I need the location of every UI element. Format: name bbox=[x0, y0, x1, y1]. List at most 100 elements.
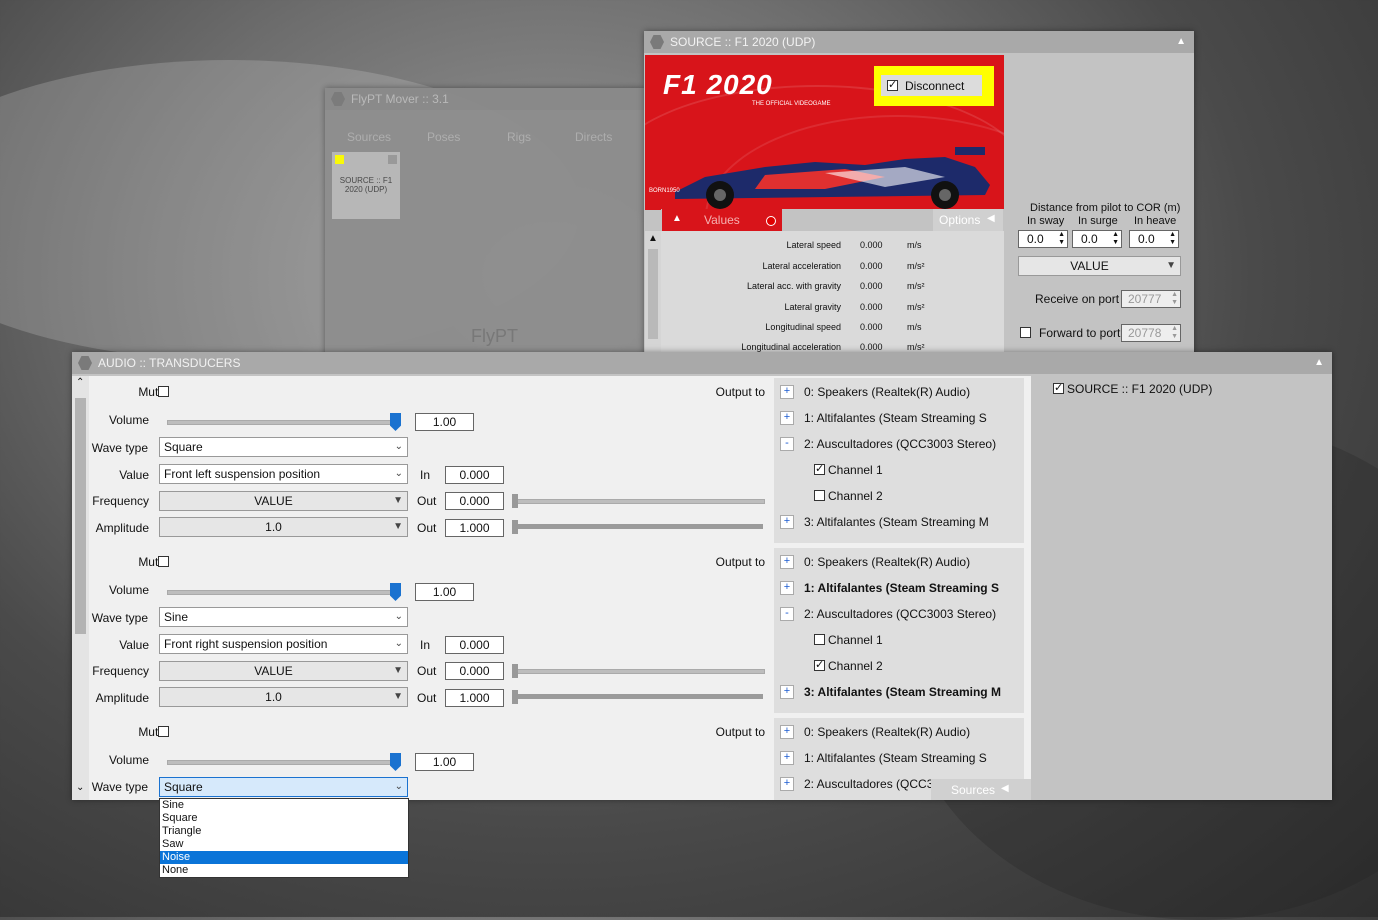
expand-button[interactable]: + bbox=[780, 385, 794, 399]
out-frequency-input[interactable]: 0.000 bbox=[445, 662, 504, 680]
frequency-out-thumb[interactable] bbox=[512, 664, 518, 678]
cor-surge-input[interactable]: 0.0 ▲ ▼ bbox=[1072, 230, 1122, 248]
tab-rigs[interactable]: Rigs bbox=[507, 130, 531, 144]
amplitude-out-slider[interactable] bbox=[513, 524, 763, 529]
volume-slider[interactable] bbox=[167, 760, 399, 765]
expand-button[interactable]: + bbox=[780, 751, 794, 765]
frequency-value: VALUE bbox=[254, 494, 293, 508]
amplitude-out-thumb[interactable] bbox=[512, 690, 518, 704]
expand-button[interactable]: + bbox=[780, 725, 794, 739]
spin-icon[interactable]: ▲ ▼ bbox=[1171, 291, 1178, 307]
amplitude-combo[interactable]: 1.0 ▼ bbox=[159, 517, 408, 537]
spin-icon[interactable]: ▲ ▼ bbox=[1169, 231, 1176, 247]
card-close-icon[interactable] bbox=[388, 155, 397, 164]
wave-type-value: Square bbox=[164, 780, 203, 794]
disconnect-toggle[interactable]: Disconnect bbox=[881, 75, 982, 96]
collapse-up-icon[interactable]: ▲ bbox=[1176, 36, 1186, 47]
amplitude-combo[interactable]: 1.0 ▼ bbox=[159, 687, 408, 707]
expand-button[interactable]: + bbox=[780, 515, 794, 529]
frequency-out-thumb[interactable] bbox=[512, 494, 518, 508]
dropdown-option[interactable]: Square bbox=[160, 812, 408, 825]
collapse-button[interactable]: - bbox=[780, 607, 794, 621]
tab-values[interactable]: ▲ Values bbox=[662, 209, 782, 231]
chevron-down-icon: ⌄ bbox=[394, 638, 403, 649]
value-combo[interactable]: VALUE ▼ bbox=[1018, 256, 1181, 276]
amplitude-out-thumb[interactable] bbox=[512, 520, 518, 534]
in-input[interactable]: 0.000 bbox=[445, 466, 504, 484]
expand-button[interactable]: + bbox=[780, 555, 794, 569]
wave-type-label: Wave type bbox=[91, 611, 148, 625]
expand-button[interactable]: + bbox=[780, 411, 794, 425]
out-amplitude-input[interactable]: 1.000 bbox=[445, 689, 504, 707]
frequency-combo[interactable]: VALUE ▼ bbox=[159, 661, 408, 681]
volume-slider-thumb[interactable] bbox=[390, 413, 401, 431]
dropdown-option[interactable]: Triangle bbox=[160, 825, 408, 838]
volume-input[interactable]: 1.00 bbox=[415, 583, 474, 601]
volume-label: Volume bbox=[108, 753, 149, 767]
value-unit: m/s bbox=[907, 322, 922, 332]
volume-slider[interactable] bbox=[167, 420, 399, 425]
tab-options[interactable]: Options ◀ bbox=[933, 209, 1003, 231]
audio-scrollbar[interactable]: ⌃ ⌄ bbox=[72, 376, 89, 800]
frequency-out-slider[interactable] bbox=[513, 669, 765, 674]
cor-heave-input[interactable]: 0.0 ▲ ▼ bbox=[1129, 230, 1179, 248]
channel-checkbox[interactable] bbox=[814, 634, 825, 645]
dropdown-option[interactable]: None bbox=[160, 864, 408, 877]
values-scrollbar[interactable]: ▲ bbox=[645, 231, 661, 356]
volume-input[interactable]: 1.00 bbox=[415, 753, 474, 771]
dropdown-option[interactable]: Saw bbox=[160, 838, 408, 851]
mute-checkbox[interactable] bbox=[158, 556, 169, 567]
spin-icon[interactable]: ▲ ▼ bbox=[1171, 325, 1178, 341]
spin-icon[interactable]: ▲ ▼ bbox=[1112, 231, 1119, 247]
value-source-combo[interactable]: Front right suspension position ⌄ bbox=[159, 634, 408, 654]
in-label: In bbox=[420, 468, 431, 482]
disconnect-checkbox[interactable] bbox=[887, 78, 898, 91]
tab-sources[interactable]: Sources bbox=[347, 130, 391, 144]
dropdown-option[interactable]: Sine bbox=[160, 799, 408, 812]
amplitude-out-slider[interactable] bbox=[513, 694, 763, 699]
value-source-combo[interactable]: Front left suspension position ⌄ bbox=[159, 464, 408, 484]
frequency-out-slider[interactable] bbox=[513, 499, 765, 504]
expand-button[interactable]: + bbox=[780, 581, 794, 595]
source-card[interactable]: SOURCE :: F1 2020 (UDP) bbox=[332, 152, 400, 219]
collapse-up-icon[interactable]: ▲ bbox=[1314, 357, 1324, 368]
wave-type-combo[interactable]: Sine ⌄ bbox=[159, 607, 408, 627]
output-panel-2: + 0: Speakers (Realtek(R) Audio) + 1: Al… bbox=[774, 548, 1024, 713]
source-checkbox[interactable] bbox=[1053, 381, 1064, 394]
channel-checkbox[interactable] bbox=[814, 462, 825, 475]
output-device: 0: Speakers (Realtek(R) Audio) bbox=[804, 385, 971, 399]
out-amplitude-input[interactable]: 1.000 bbox=[445, 519, 504, 537]
spin-icon[interactable]: ▲ ▼ bbox=[1058, 231, 1065, 247]
scroll-up-icon[interactable]: ▲ bbox=[648, 233, 658, 244]
in-input[interactable]: 0.000 bbox=[445, 636, 504, 654]
volume-slider[interactable] bbox=[167, 590, 399, 595]
dropdown-option-selected[interactable]: Noise bbox=[160, 851, 408, 864]
collapse-button[interactable]: - bbox=[780, 437, 794, 451]
value-label: Lateral acc. with gravity bbox=[746, 281, 841, 291]
expand-button[interactable]: + bbox=[780, 685, 794, 699]
forward-port-checkbox[interactable] bbox=[1020, 327, 1031, 338]
volume-slider-thumb[interactable] bbox=[390, 583, 401, 601]
expand-button[interactable]: + bbox=[780, 777, 794, 791]
tab-poses[interactable]: Poses bbox=[427, 130, 460, 144]
scroll-up-icon[interactable]: ⌃ bbox=[76, 377, 84, 388]
channel-label: Channel 1 bbox=[828, 633, 883, 647]
mute-checkbox[interactable] bbox=[158, 726, 169, 737]
mute-checkbox[interactable] bbox=[158, 386, 169, 397]
scroll-thumb[interactable] bbox=[75, 398, 86, 634]
forward-port-input[interactable]: 20778 ▲ ▼ bbox=[1121, 324, 1181, 342]
wave-type-combo[interactable]: Square ⌄ bbox=[159, 437, 408, 457]
value-number: 0.000 bbox=[860, 281, 883, 291]
frequency-combo[interactable]: VALUE ▼ bbox=[159, 491, 408, 511]
channel-checkbox[interactable] bbox=[814, 658, 825, 671]
tab-sources-bottom[interactable]: Sources ◀ bbox=[931, 779, 1031, 800]
out-frequency-input[interactable]: 0.000 bbox=[445, 492, 504, 510]
volume-slider-thumb[interactable] bbox=[390, 753, 401, 771]
cor-sway-input[interactable]: 0.0 ▲ ▼ bbox=[1018, 230, 1068, 248]
tab-directs[interactable]: Directs bbox=[575, 130, 612, 144]
scroll-down-icon[interactable]: ⌄ bbox=[76, 782, 84, 793]
volume-input[interactable]: 1.00 bbox=[415, 413, 474, 431]
receive-port-input[interactable]: 20777 ▲ ▼ bbox=[1121, 290, 1181, 308]
channel-checkbox[interactable] bbox=[814, 490, 825, 501]
wave-type-combo[interactable]: Square ⌄ bbox=[159, 777, 408, 797]
